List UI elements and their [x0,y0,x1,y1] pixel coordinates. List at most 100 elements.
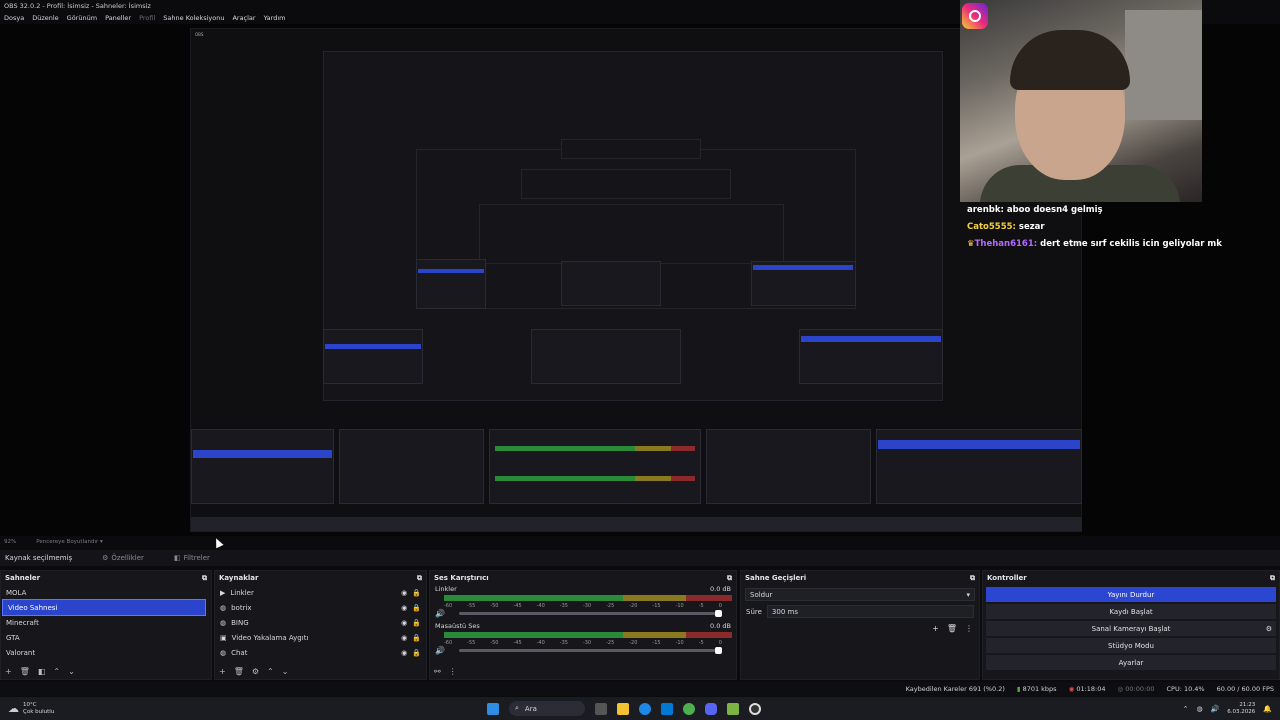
crown-icon: ♛ [967,239,975,249]
eye-icon[interactable]: ◉ [401,634,407,642]
add-icon[interactable]: + [5,667,12,676]
nested-title: OBS [195,32,204,37]
file-explorer-icon[interactable] [617,702,629,715]
menu-view[interactable]: Görünüm [67,14,97,22]
scene-item-selected[interactable]: Video Sahnesi [2,599,206,616]
chevron-up-icon[interactable]: ⌃ [1183,705,1189,713]
add-icon[interactable]: + [219,667,226,676]
dock-menu-icon[interactable]: ⧉ [417,574,422,582]
scene-item[interactable]: Valorant [1,645,211,660]
dock-menu-icon[interactable]: ⧉ [970,574,975,582]
filter-icon[interactable]: ◧ [38,667,46,676]
menu-edit[interactable]: Düzenle [32,14,58,22]
dock-menu-icon[interactable]: ⧉ [1270,574,1275,582]
link-icon[interactable]: ⚯ [434,667,441,676]
scene-item[interactable]: MOLA [1,585,211,600]
properties-button[interactable]: ⚙ Özellikler [102,554,144,562]
channel-name: Masaüstü Ses [435,622,480,630]
lock-icon[interactable]: 🔒 [412,619,421,627]
more-icon[interactable]: ⋮ [965,624,973,633]
lock-icon[interactable]: 🔒 [412,634,421,642]
eye-icon[interactable]: ◉ [401,604,407,612]
volume-slider[interactable] [458,647,722,654]
menu-help[interactable]: Yardım [264,14,286,22]
menu-profile[interactable]: Profil [139,14,155,22]
menu-scene-collection[interactable]: Sahne Koleksiyonu [163,14,224,22]
scene-label: MOLA [6,588,27,597]
nested-taskbar [191,517,1082,531]
nested-scene-sel-1 [325,344,421,349]
menu-docks[interactable]: Paneller [105,14,131,22]
transition-select[interactable]: Soldur ▾ [745,588,975,601]
volume-slider[interactable] [458,610,722,617]
zoom-level[interactable]: 92% [4,539,16,545]
speaker-icon[interactable]: 🔊 [430,646,445,655]
chevron-up-icon[interactable]: ⌃ [267,667,274,676]
dock-menu-icon[interactable]: ⧉ [202,574,207,582]
gear-icon[interactable]: ⚙ [1266,625,1272,633]
trash-icon[interactable]: 🗑 [947,624,957,633]
lock-icon[interactable]: 🔒 [412,604,421,612]
source-label: Video Yakalama Aygıtı [231,633,309,642]
mixer-dock: Ses Karıştırıcı ⧉ Linkler 0.0 dB -60 -55 -50… [429,570,737,680]
webcam-feed [960,0,1202,202]
menu-tools[interactable]: Araçlar [232,14,255,22]
globe-icon: ◍ [220,603,227,612]
chat-message: sezar [1018,222,1045,232]
fit-window-dropdown[interactable]: Pencereye Boyutlandır ▾ [36,539,103,545]
dock-menu-icon[interactable]: ⧉ [727,574,732,582]
eye-icon[interactable]: ◉ [401,589,407,597]
trash-icon[interactable]: 🗑 [234,667,244,676]
lock-icon[interactable]: 🔒 [412,589,421,597]
discord-icon[interactable] [705,702,717,715]
volume-icon[interactable]: 🔊 [1211,705,1220,713]
speaker-icon[interactable]: 🔊 [430,609,445,618]
source-item[interactable]: ◍ Chat ◉ 🔒 [215,645,426,660]
trash-icon[interactable]: 🗑 [20,667,30,676]
eye-icon[interactable]: ◉ [401,649,407,657]
clock[interactable]: 21:23 6.03.2026 [1227,702,1255,716]
network-icon[interactable]: ◍ [1196,705,1202,713]
source-item[interactable]: ◍ botrix ◉ 🔒 [215,600,426,615]
obs-icon[interactable] [749,702,761,715]
stop-stream-button[interactable]: Yayını Durdur [986,587,1276,602]
edge-icon[interactable] [639,702,651,715]
rec-time: ◎ 00:00:00 [1118,685,1155,693]
studio-mode-button[interactable]: Stüdyo Modu [986,638,1276,653]
store-icon[interactable] [661,702,673,715]
gear-icon[interactable]: ⚙ [252,667,259,676]
task-view-icon[interactable] [595,702,607,715]
start-recording-button[interactable]: Kaydı Başlat [986,604,1276,619]
transitions-dock: Sahne Geçişleri ⧉ Soldur ▾ Süre 300 ms + 🗑 ⋮ [740,570,980,680]
windows-start-icon[interactable] [487,702,499,715]
more-icon[interactable]: ⋮ [449,667,457,676]
weather-widget[interactable]: ☁ 10°C Çok bulutlu [0,702,200,716]
source-item[interactable]: ◍ BING ◉ 🔒 [215,615,426,630]
source-item[interactable]: ▶ Linkler ◉ 🔒 [215,585,426,600]
duration-input[interactable]: 300 ms [766,605,974,618]
gear-icon: ⚙ [102,554,109,562]
lock-icon[interactable]: 🔒 [412,649,421,657]
nested-meter-a [495,446,695,451]
filters-button[interactable]: ◧ Filtreler [174,554,210,562]
menu-file[interactable]: Dosya [4,14,24,22]
taskbar-search[interactable]: ⌕ Ara [509,701,585,716]
nested-level-5 [561,139,701,159]
nested-level-4 [521,169,731,199]
chevron-up-icon[interactable]: ⌃ [53,667,60,676]
source-toolbar: Kaynak seçilmemiş ⚙ Özellikler ◧ Filtreler [0,550,1280,566]
settings-button[interactable]: Ayarlar [986,655,1276,670]
start-virtual-camera-button[interactable]: Sanal Kamerayı Başlat ⚙ [986,621,1276,636]
eye-icon[interactable]: ◉ [401,619,407,627]
minecraft-icon[interactable] [727,702,739,715]
scene-item[interactable]: GTA [1,630,211,645]
source-item[interactable]: ▣ Video Yakalama Aygıtı ◉ 🔒 [215,630,426,645]
nested-level-3 [479,204,784,264]
chevron-down-icon[interactable]: ⌄ [68,667,75,676]
chrome-icon[interactable] [683,702,695,715]
add-icon[interactable]: + [932,624,939,633]
scene-item[interactable]: Minecraft [1,615,211,630]
duration-label: Süre [746,607,762,616]
chevron-down-icon[interactable]: ⌄ [282,667,289,676]
notification-icon[interactable]: 🔔 [1263,705,1272,713]
